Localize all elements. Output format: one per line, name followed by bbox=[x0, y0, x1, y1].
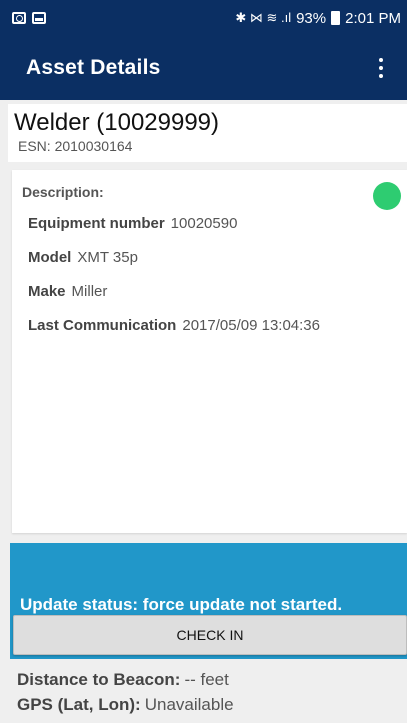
status-indicator-icon bbox=[373, 182, 401, 210]
detail-value: Miller bbox=[71, 283, 108, 300]
detail-label: Last Communication bbox=[28, 317, 177, 334]
app-bar: Asset Details bbox=[0, 36, 407, 100]
location-info: Distance to Beacon: -- feet GPS (Lat, Lon… bbox=[17, 667, 407, 717]
asset-name: Welder (10029999) bbox=[14, 109, 220, 136]
update-status-text: Update status: force update not started. bbox=[20, 595, 343, 614]
detail-row-last-communication: Last Communication 2017/05/09 13:04:36 bbox=[28, 316, 407, 350]
location-notification-icon bbox=[12, 12, 26, 24]
detail-label: Equipment number bbox=[28, 215, 165, 232]
description-label: Description: bbox=[22, 184, 104, 200]
gps-value: Unavailable bbox=[144, 695, 234, 714]
asset-details-card: Description: Equipment number 10020590 Mo… bbox=[12, 170, 407, 533]
clock: 2:01 PM bbox=[345, 9, 401, 27]
notification-icons bbox=[12, 12, 46, 24]
detail-value: 10020590 bbox=[170, 215, 238, 232]
connectivity-icons: ✱ ⋈ ≋ .ıl bbox=[235, 10, 292, 25]
image-notification-icon bbox=[32, 12, 46, 24]
system-indicators: ✱ ⋈ ≋ .ıl 93% 2:01 PM bbox=[235, 10, 401, 27]
overflow-dot bbox=[379, 58, 383, 62]
distance-to-beacon: Distance to Beacon: -- feet bbox=[17, 667, 407, 692]
detail-value: 2017/05/09 13:04:36 bbox=[182, 317, 320, 334]
update-status-panel: Update status: force update not started.… bbox=[10, 543, 407, 659]
overflow-menu-icon[interactable] bbox=[371, 54, 391, 82]
gps-coordinates: GPS (Lat, Lon): Unavailable bbox=[17, 692, 407, 717]
asset-header-card: Welder (10029999) ESN: 2010030164 bbox=[8, 104, 407, 162]
detail-label: Make bbox=[28, 283, 66, 300]
distance-label: Distance to Beacon: bbox=[17, 670, 181, 689]
detail-row-model: Model XMT 35p bbox=[28, 248, 407, 282]
detail-row-equipment-number: Equipment number 10020590 bbox=[28, 214, 407, 248]
gps-label: GPS (Lat, Lon): bbox=[17, 695, 141, 714]
asset-esn: ESN: 2010030164 bbox=[18, 138, 133, 154]
page-title: Asset Details bbox=[26, 56, 161, 79]
status-bar: ✱ ⋈ ≋ .ıl 93% 2:01 PM bbox=[0, 0, 407, 36]
detail-value: XMT 35p bbox=[77, 249, 138, 266]
detail-label: Model bbox=[28, 249, 72, 266]
overflow-dot bbox=[379, 74, 383, 78]
detail-row-make: Make Miller bbox=[28, 282, 407, 316]
battery-percent: 93% bbox=[296, 9, 327, 27]
battery-icon bbox=[331, 11, 341, 25]
check-in-button[interactable]: CHECK IN bbox=[13, 615, 407, 655]
distance-value: -- feet bbox=[184, 670, 229, 689]
detail-list: Equipment number 10020590 Model XMT 35p Ma… bbox=[22, 214, 407, 350]
overflow-dot bbox=[379, 66, 383, 70]
